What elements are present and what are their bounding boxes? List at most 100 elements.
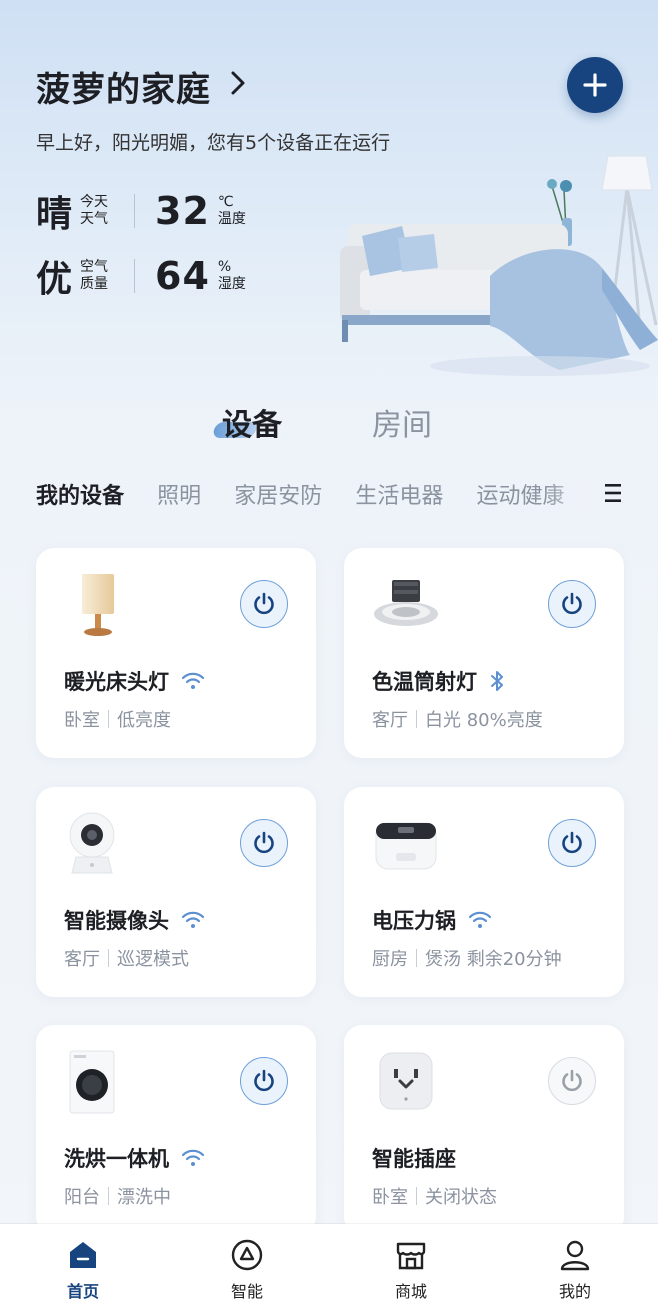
power-icon — [562, 831, 582, 854]
device-room: 客厅 — [64, 949, 100, 970]
divider — [134, 259, 135, 293]
weather-label: 今天 天气 — [80, 194, 130, 228]
divider — [108, 1187, 109, 1205]
wifi-icon — [181, 1148, 205, 1168]
device-card-downlight[interactable]: 色温筒射灯 客厅 白光 80%亮度 — [344, 548, 624, 758]
weather-stat-row: 晴 今天 天气 32 ℃ 温度 — [36, 185, 246, 237]
device-room: 卧室 — [372, 1187, 408, 1208]
smart-icon — [231, 1239, 263, 1271]
weather-value: 晴 — [36, 194, 73, 235]
bottom-nav: 首页 智能 商城 我的 — [0, 1224, 658, 1316]
air-label-2: 质量 — [80, 276, 108, 292]
segment-tabs: 设备 房间 — [0, 400, 658, 450]
device-status: 白光 80%亮度 — [425, 710, 543, 731]
device-meta: 卧室 低亮度 — [64, 706, 171, 732]
home-title[interactable]: 菠萝的家庭 — [36, 62, 247, 111]
power-icon — [254, 831, 274, 854]
power-button[interactable] — [548, 580, 596, 628]
device-card-smart-plug[interactable]: 智能插座 卧室 关闭状态 — [344, 1025, 624, 1235]
nav-home-label: 首页 — [66, 1282, 99, 1301]
profile-icon — [560, 1240, 590, 1271]
device-name: 智能摄像头 — [64, 905, 205, 935]
tab-devices[interactable]: 设备 — [222, 400, 282, 444]
pressure-cooker-icon — [375, 822, 437, 870]
divider — [108, 710, 109, 728]
power-icon — [254, 592, 274, 615]
device-room: 卧室 — [64, 710, 100, 731]
camera-icon — [69, 812, 115, 874]
air-label-1: 空气 — [80, 259, 108, 275]
add-device-button[interactable] — [567, 57, 623, 113]
device-name-text: 暖光床头灯 — [64, 670, 169, 694]
humidity-value: 64 — [155, 254, 210, 298]
nav-profile-label: 我的 — [558, 1282, 591, 1301]
nav-store-label: 商城 — [394, 1282, 427, 1301]
device-room: 厨房 — [372, 949, 408, 970]
device-status: 煲汤 剩余20分钟 — [425, 949, 562, 970]
nav-store[interactable]: 商城 — [371, 1238, 451, 1302]
power-button[interactable] — [240, 580, 288, 628]
device-name-text: 洗烘一体机 — [64, 1147, 169, 1171]
air-quality-value: 优 — [36, 259, 73, 300]
device-status: 低亮度 — [117, 710, 171, 731]
menu-icon[interactable] — [604, 482, 622, 504]
power-button[interactable] — [548, 1057, 596, 1105]
air-stat-row: 优 空气 质量 64 % 湿度 — [36, 250, 246, 302]
device-meta: 卧室 关闭状态 — [372, 1183, 497, 1209]
store-icon — [396, 1242, 426, 1270]
category-appliances[interactable]: 生活电器 — [355, 478, 443, 510]
temperature-value: 32 — [155, 189, 210, 233]
category-home-security[interactable]: 家居安防 — [234, 478, 322, 510]
tab-rooms[interactable]: 房间 — [372, 400, 432, 444]
category-lighting[interactable]: 照明 — [157, 478, 201, 510]
power-button[interactable] — [240, 1057, 288, 1105]
device-card-bedside-lamp[interactable]: 暖光床头灯 卧室 低亮度 — [36, 548, 316, 758]
device-name: 暖光床头灯 — [64, 666, 205, 696]
device-status: 巡逻模式 — [117, 949, 189, 970]
device-name: 色温筒射灯 — [372, 666, 505, 696]
downlight-icon — [374, 580, 438, 626]
nav-profile[interactable]: 我的 — [535, 1238, 615, 1302]
device-name: 电压力锅 — [372, 905, 492, 935]
device-name-text: 智能摄像头 — [64, 909, 169, 933]
device-meta: 客厅 巡逻模式 — [64, 945, 189, 971]
bluetooth-icon — [489, 670, 505, 692]
power-icon — [254, 1069, 274, 1092]
device-name-text: 电压力锅 — [372, 909, 456, 933]
device-meta: 厨房 煲汤 剩余20分钟 — [372, 945, 562, 971]
category-fade — [545, 478, 595, 514]
device-meta: 客厅 白光 80%亮度 — [372, 706, 543, 732]
nav-smart[interactable]: 智能 — [207, 1238, 287, 1302]
device-status: 关闭状态 — [425, 1187, 497, 1208]
category-my-devices[interactable]: 我的设备 — [36, 478, 124, 510]
weather-label-1: 今天 — [80, 194, 108, 210]
washer-icon — [69, 1050, 115, 1114]
air-quality-label: 空气 质量 — [80, 259, 130, 293]
device-card-camera[interactable]: 智能摄像头 客厅 巡逻模式 — [36, 787, 316, 997]
bedside-lamp-icon — [82, 574, 114, 636]
sofa-illustration — [340, 155, 658, 376]
humidity-unit: % 湿度 — [218, 259, 246, 293]
device-card-washer[interactable]: 洗烘一体机 阳台 漂洗中 — [36, 1025, 316, 1235]
device-name: 智能插座 — [372, 1143, 456, 1173]
device-room: 客厅 — [372, 710, 408, 731]
home-name: 菠萝的家庭 — [36, 70, 211, 110]
power-button[interactable] — [240, 819, 288, 867]
humidity-unit-symbol: % — [217, 259, 232, 275]
smart-plug-icon — [379, 1052, 433, 1110]
device-name-text: 色温筒射灯 — [372, 670, 477, 694]
chevron-right-icon — [229, 69, 247, 105]
divider — [416, 710, 417, 728]
wifi-icon — [181, 910, 205, 930]
device-card-pressure-cooker[interactable]: 电压力锅 厨房 煲汤 剩余20分钟 — [344, 787, 624, 997]
device-status: 漂洗中 — [117, 1187, 171, 1208]
greeting-text: 早上好，阳光明媚，您有5个设备正在运行 — [36, 132, 391, 154]
temp-label: 温度 — [217, 211, 246, 227]
device-name: 洗烘一体机 — [64, 1143, 205, 1173]
power-button[interactable] — [548, 819, 596, 867]
temperature-unit: ℃ 温度 — [218, 194, 246, 228]
nav-home[interactable]: 首页 — [43, 1238, 123, 1302]
home-icon — [70, 1242, 96, 1268]
divider — [108, 949, 109, 967]
weather-label-2: 天气 — [80, 211, 108, 227]
